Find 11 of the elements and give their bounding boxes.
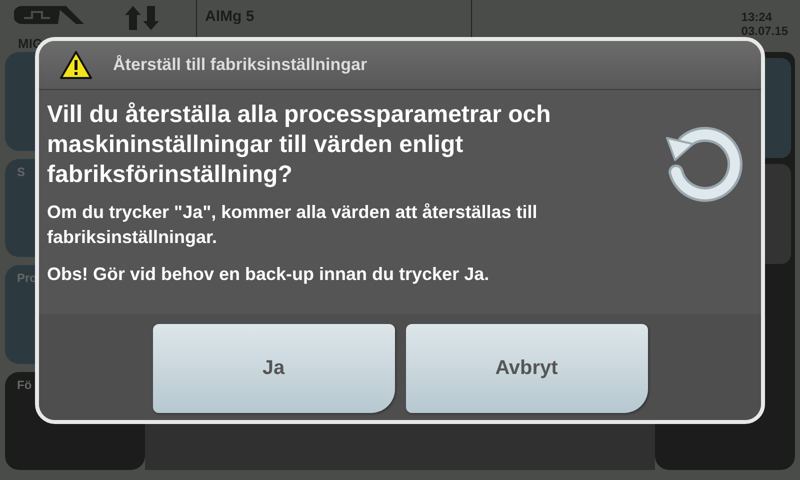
dialog-question: Vill du återställa alla processparametrar och maskininställningar till värden enligt fabriksförinställning?	[47, 100, 552, 190]
dialog-message: Om du trycker "Ja", kommer alla värden att återställas till fabriksinställningar.	[47, 201, 538, 249]
process-icon	[14, 4, 86, 26]
dialog-button[interactable]: Ja	[152, 324, 394, 413]
panel-label: S	[17, 164, 26, 178]
dialog-message: Obs! Gör vid behov en back-up innan du trycker Ja.	[47, 263, 490, 286]
dialog-button[interactable]: Avbryt	[406, 324, 648, 413]
warning-icon	[59, 50, 93, 80]
panel-label: Fö	[17, 378, 32, 392]
dialog-title: Återställ till fabriksinställningar	[113, 55, 368, 75]
up-down-arrows-icon[interactable]	[124, 6, 160, 30]
